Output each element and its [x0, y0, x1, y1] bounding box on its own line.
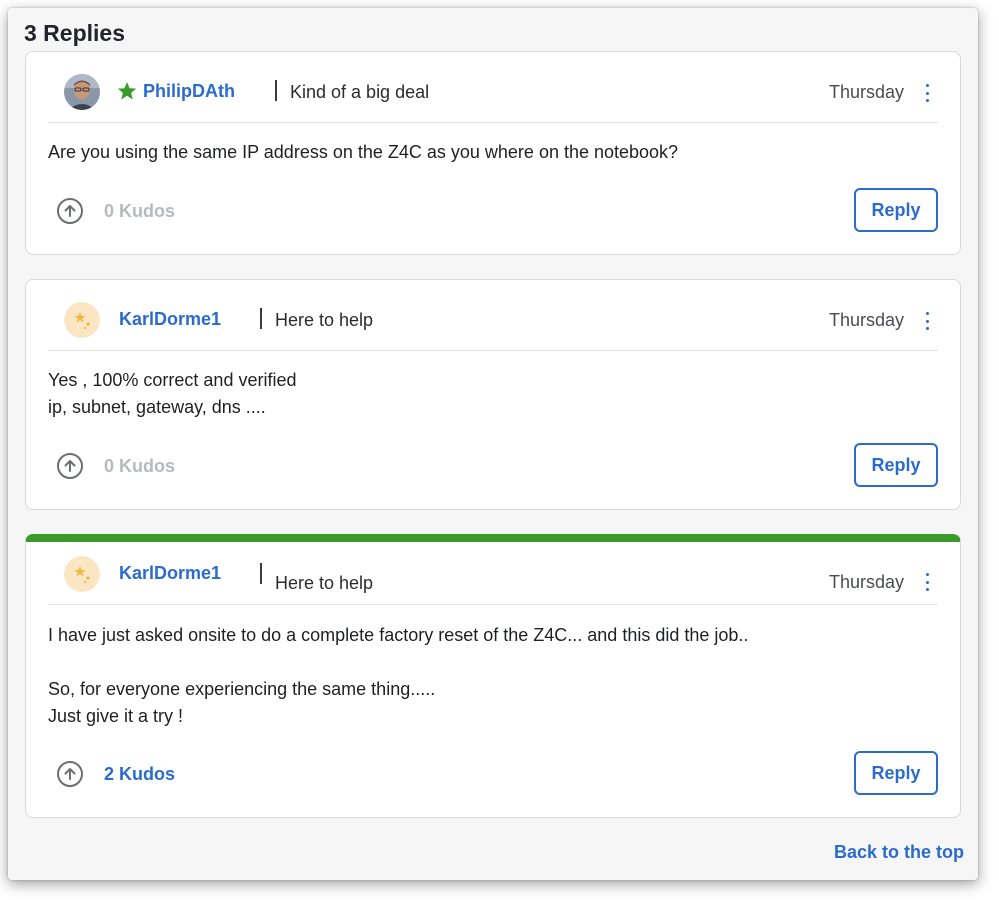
post-date: Thursday — [828, 310, 904, 330]
author-rank: Here to help — [275, 573, 374, 593]
header-divider — [260, 308, 262, 329]
author-link[interactable]: KarlDorme1 — [119, 563, 221, 584]
give-kudos-button[interactable] — [57, 761, 83, 787]
more-options-icon[interactable] — [922, 573, 932, 591]
author-rank: Kind of a big deal — [290, 82, 430, 102]
arrow-up-icon — [64, 205, 76, 217]
reply-body: Yes , 100% correct and verified ip, subn… — [48, 367, 938, 421]
reply-text: I have just asked onsite to do a complet… — [48, 625, 749, 645]
kudos-count[interactable]: 0 Kudos — [104, 456, 175, 477]
header-divider — [275, 80, 277, 101]
post-date: Thursday — [828, 572, 904, 592]
reply-text: Are you using the same IP address on the… — [48, 142, 679, 162]
reply-button[interactable]: Reply — [854, 188, 938, 232]
author-link[interactable]: KarlDorme1 — [119, 309, 221, 330]
give-kudos-button[interactable] — [57, 453, 83, 479]
reply-body: Are you using the same IP address on the… — [48, 139, 938, 166]
back-to-top-link[interactable]: Back to the top — [834, 842, 964, 863]
reply-header: PhilipDAth Kind of a big deal Thursday — [48, 52, 938, 123]
replies-window: 3 Replies PhilipDAth Kind of a big deal … — [8, 8, 978, 880]
more-options-icon[interactable] — [922, 312, 932, 330]
kudos-count[interactable]: 2 Kudos — [104, 764, 175, 785]
arrow-up-icon — [64, 768, 76, 780]
kudos-count[interactable]: 0 Kudos — [104, 201, 175, 222]
reply-button[interactable]: Reply — [854, 751, 938, 795]
green-star-icon — [117, 82, 137, 100]
reply-card: KarlDorme1 Here to help Thursday Yes , 1… — [25, 279, 961, 510]
reply-text: Just give it a try ! — [48, 706, 184, 726]
reply-header: KarlDorme1 Here to help Thursday — [48, 542, 938, 605]
reply-text: So, for everyone experiencing the same t… — [48, 679, 436, 699]
user-avatar[interactable] — [64, 556, 100, 592]
give-kudos-button[interactable] — [57, 198, 83, 224]
header-divider — [260, 563, 262, 584]
reply-text: ip, subnet, gateway, dns .... — [48, 397, 266, 417]
more-options-icon[interactable] — [922, 84, 932, 102]
author-rank: Here to help — [275, 310, 374, 330]
replies-heading: 3 Replies — [24, 20, 125, 46]
arrow-up-icon — [64, 460, 76, 472]
reply-text: Yes , 100% correct and verified — [48, 370, 297, 390]
accepted-solution-card: KarlDorme1 Here to help Thursday I have … — [25, 534, 961, 818]
author-link[interactable]: PhilipDAth — [143, 81, 235, 102]
reply-header: KarlDorme1 Here to help Thursday — [48, 280, 938, 351]
reply-card: PhilipDAth Kind of a big deal Thursday A… — [25, 51, 961, 255]
post-date: Thursday — [828, 82, 904, 102]
user-avatar[interactable] — [64, 74, 100, 110]
reply-body: I have just asked onsite to do a complet… — [48, 622, 938, 730]
user-avatar[interactable] — [64, 302, 100, 338]
reply-button[interactable]: Reply — [854, 443, 938, 487]
